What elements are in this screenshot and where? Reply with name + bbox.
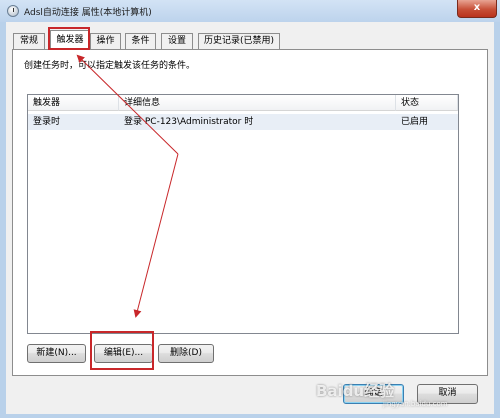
baidu-watermark: Baidu经验	[316, 382, 395, 400]
annotation-arrows	[76, 54, 179, 318]
annotation-arrow-to-edit	[133, 153, 179, 318]
baidu-watermark-url: jingyan.baidu.com	[383, 400, 448, 408]
annotation-arrow-to-tab	[76, 54, 179, 155]
